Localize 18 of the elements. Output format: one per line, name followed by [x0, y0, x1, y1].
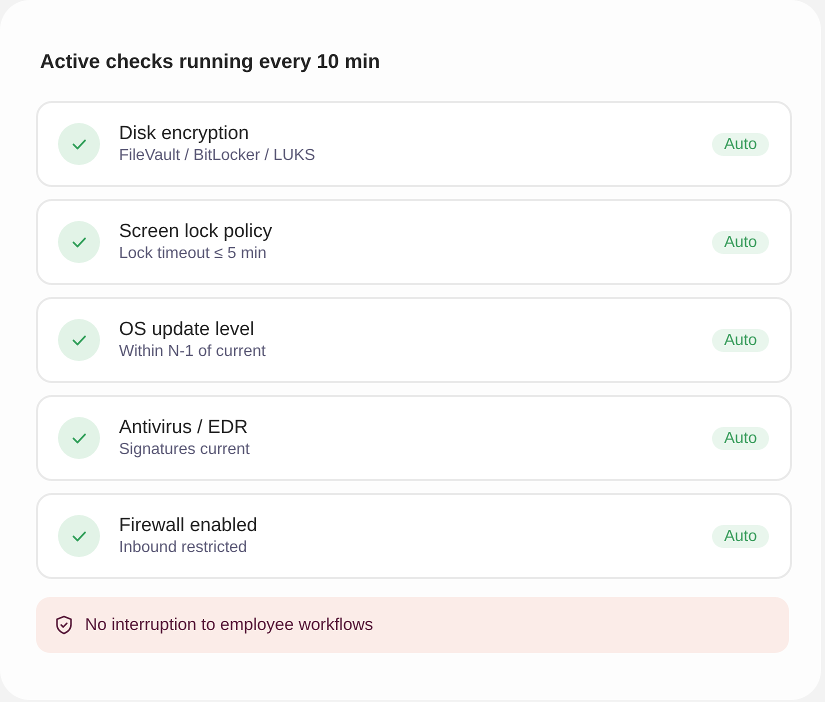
check-title: Antivirus / EDR — [119, 416, 248, 439]
mode-tag: Auto — [712, 328, 769, 352]
shield-check-icon — [54, 615, 74, 635]
mode-tag: Auto — [712, 230, 769, 254]
check-title: OS update level — [119, 318, 254, 341]
mode-tag: Auto — [712, 132, 769, 156]
check-detail: Within N-1 of current — [119, 342, 266, 362]
mode-tag: Auto — [712, 524, 769, 548]
check-title: Screen lock policy — [119, 220, 272, 243]
section-heading: Active checks running every 10 min — [40, 50, 380, 75]
check-title: Firewall enabled — [119, 514, 258, 537]
check-detail: FileVault / BitLocker / LUKS — [119, 146, 316, 166]
mode-tag: Auto — [712, 426, 769, 450]
check-title: Disk encryption — [119, 122, 249, 145]
check-detail: Signatures current — [119, 440, 250, 460]
notice-text: No interruption to employee workflows — [85, 615, 374, 635]
check-detail: Inbound restricted — [119, 538, 248, 558]
check-detail: Lock timeout ≤ 5 min — [119, 244, 267, 264]
